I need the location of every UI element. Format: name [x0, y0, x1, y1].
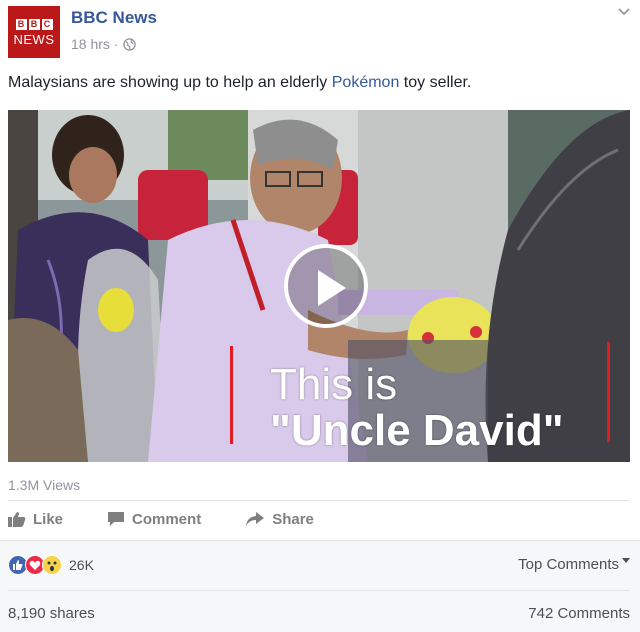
comment-icon	[108, 512, 125, 526]
pokemon-hashtag-link[interactable]: Pokémon	[332, 74, 400, 91]
post-meta: 18 hrs ·	[71, 36, 136, 52]
divider	[8, 590, 630, 591]
share-label: Share	[272, 510, 314, 528]
reaction-summary[interactable]: 26K	[8, 555, 94, 575]
meta-separator: ·	[113, 36, 119, 52]
post-header: B B C NEWS BBC News 18 hrs ·	[8, 6, 632, 60]
top-comments-dropdown[interactable]: Top Comments	[518, 556, 630, 573]
chevron-down-icon[interactable]	[616, 6, 632, 18]
view-count: 1.3M Views	[8, 477, 81, 493]
overlay-red-bar-left	[230, 346, 233, 444]
logo-word: NEWS	[13, 31, 55, 47]
like-button[interactable]: Like	[8, 511, 63, 528]
share-button[interactable]: Share	[245, 511, 314, 528]
video-overlay-title-line1: This is	[270, 360, 398, 409]
comment-label: Comment	[132, 510, 202, 528]
globe-icon[interactable]	[122, 37, 136, 51]
wow-reaction-icon	[42, 555, 62, 575]
video-player[interactable]: This is "Uncle David"	[8, 110, 630, 462]
comment-button[interactable]: Comment	[107, 511, 201, 528]
divider	[0, 540, 640, 541]
facebook-post: B B C NEWS BBC News 18 hrs · Malaysians …	[0, 0, 640, 632]
timestamp[interactable]: 18 hrs	[71, 36, 110, 52]
shares-count[interactable]: 8,190 shares	[8, 605, 95, 622]
divider	[8, 500, 630, 501]
share-arrow-icon	[246, 512, 265, 526]
reaction-count: 26K	[69, 557, 94, 573]
logo-letter: B	[15, 18, 27, 30]
overlay-red-bar-right	[607, 342, 610, 442]
video-overlay-title-line2: "Uncle David"	[270, 406, 564, 455]
play-button[interactable]	[284, 244, 368, 328]
comments-count[interactable]: 742 Comments	[528, 605, 630, 622]
like-label: Like	[33, 510, 64, 528]
caption-text-end: toy seller.	[399, 74, 472, 91]
bbc-news-logo[interactable]: B B C NEWS	[8, 6, 60, 58]
thumbs-up-icon	[8, 512, 26, 527]
reactions-footer: 26K Top Comments 8,190 shares 742 Commen…	[0, 540, 640, 632]
action-bar: Like Comment Share	[8, 504, 358, 534]
logo-letter: B	[28, 18, 40, 30]
logo-letter: C	[41, 18, 53, 30]
caption-text: Malaysians are showing up to help an eld…	[8, 74, 332, 91]
play-icon	[318, 270, 346, 306]
page-name-link[interactable]: BBC News	[71, 8, 157, 28]
caret-down-icon	[622, 557, 630, 563]
post-caption: Malaysians are showing up to help an eld…	[8, 74, 471, 92]
top-comments-label: Top Comments	[518, 556, 619, 573]
logo-blocks: B B C	[15, 18, 53, 30]
